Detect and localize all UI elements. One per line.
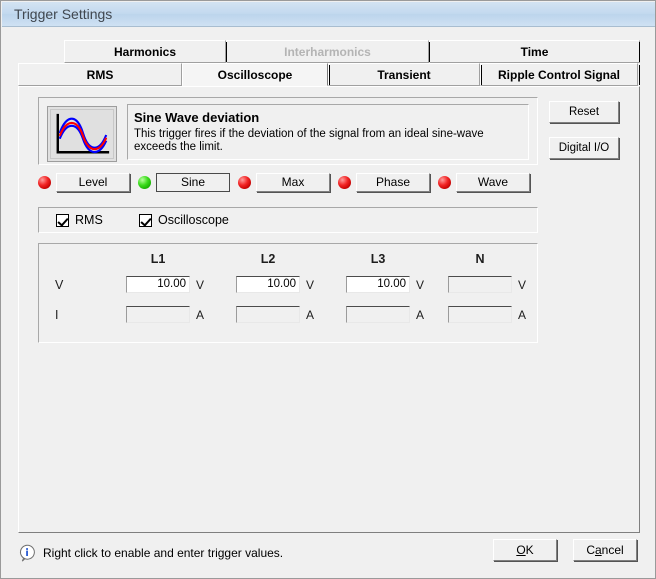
cancel-button-mnemonic: a xyxy=(594,543,602,557)
column-header-n: N xyxy=(475,252,485,266)
cancel-button[interactable]: Cancel xyxy=(573,539,637,561)
checkbox-oscilloscope-label: Oscilloscope xyxy=(158,213,229,227)
trigger-description-text-panel: Sine Wave deviation This trigger fires i… xyxy=(127,104,529,160)
checkbox-rms[interactable]: RMS xyxy=(56,213,103,227)
ok-button[interactable]: OK xyxy=(493,539,557,561)
reset-button[interactable]: Reset xyxy=(549,101,619,123)
unit-current-l1: A xyxy=(196,308,205,322)
trigger-description: This trigger fires if the deviation of t… xyxy=(134,128,484,153)
tab-interharmonics: Interharmonics xyxy=(226,40,429,63)
tab-interharmonics-label: Interharmonics xyxy=(284,45,371,59)
tab-time[interactable]: Time xyxy=(429,40,640,63)
tab-rms-label: RMS xyxy=(86,68,114,82)
trigger-values-group: L1 L2 L3 N V 10.00 V 10.00 V 10.00 V V I xyxy=(38,243,538,343)
dialog-body: Harmonics Interharmonics Time RMS Oscill… xyxy=(2,27,655,578)
checkbox-rms-label: RMS xyxy=(75,213,103,227)
trigger-description-group: Sine Wave deviation This trigger fires i… xyxy=(38,97,538,165)
checkbox-oscilloscope[interactable]: Oscilloscope xyxy=(139,213,229,227)
status-message: Right click to enable and enter trigger … xyxy=(43,546,284,560)
field-current-l1[interactable] xyxy=(126,306,190,323)
field-voltage-n[interactable] xyxy=(448,276,512,293)
unit-voltage-n: V xyxy=(518,278,527,292)
tab-control: Harmonics Interharmonics Time RMS Oscill… xyxy=(18,40,640,533)
tab-transient-label: Transient xyxy=(377,68,431,82)
field-current-l2[interactable] xyxy=(236,306,300,323)
window-title: Trigger Settings xyxy=(14,6,113,22)
tab-rms[interactable]: RMS xyxy=(18,63,182,86)
phase-button[interactable]: Phase xyxy=(356,173,430,192)
unit-voltage-l2: V xyxy=(306,278,315,292)
trigger-title: Sine Wave deviation xyxy=(134,110,260,125)
sine-wave-deviation-icon xyxy=(47,106,117,162)
tab-divider-5 xyxy=(481,65,482,85)
column-header-l2: L2 xyxy=(260,252,276,266)
trigger-option-wave[interactable]: Wave xyxy=(438,173,530,192)
led-indicator-level-icon xyxy=(38,176,51,189)
cancel-button-rest: ncel xyxy=(601,543,624,557)
tab-divider-4 xyxy=(329,65,330,85)
tab-divider-6 xyxy=(639,65,640,85)
unit-voltage-l1: V xyxy=(196,278,205,292)
trigger-type-button-row: Level Sine Max Phase Wave xyxy=(38,173,538,199)
ok-button-rest: K xyxy=(525,543,534,557)
led-indicator-wave-icon xyxy=(438,176,451,189)
column-header-l3: L3 xyxy=(370,252,386,266)
unit-current-n: A xyxy=(518,308,527,322)
trigger-option-max[interactable]: Max xyxy=(238,173,330,192)
field-voltage-l2[interactable]: 10.00 xyxy=(236,276,300,293)
tab-divider-1 xyxy=(226,42,227,62)
tab-panel-oscilloscope: Sine Wave deviation This trigger fires i… xyxy=(18,86,640,533)
wave-button[interactable]: Wave xyxy=(456,173,530,192)
sine-button[interactable]: Sine xyxy=(156,173,230,192)
field-current-l3[interactable] xyxy=(346,306,410,323)
tab-oscilloscope[interactable]: Oscilloscope xyxy=(182,63,328,86)
trigger-option-phase[interactable]: Phase xyxy=(338,173,430,192)
field-voltage-l3[interactable]: 10.00 xyxy=(346,276,410,293)
field-voltage-l1[interactable]: 10.00 xyxy=(126,276,190,293)
tab-divider-2 xyxy=(429,42,430,62)
row-label-voltage: V xyxy=(55,278,64,292)
trigger-option-level[interactable]: Level xyxy=(38,173,130,192)
row-label-current: I xyxy=(55,308,59,322)
tab-ripple-control-signal-label: Ripple Control Signal xyxy=(498,68,620,82)
trigger-settings-dialog: Trigger Settings Harmonics Interharmonic… xyxy=(0,0,656,579)
led-indicator-max-icon xyxy=(238,176,251,189)
cancel-button-pre: C xyxy=(586,543,595,557)
window-titlebar: Trigger Settings xyxy=(2,2,655,27)
unit-voltage-l3: V xyxy=(416,278,425,292)
level-button[interactable]: Level xyxy=(56,173,130,192)
recorder-checkbox-group: RMS Oscilloscope xyxy=(38,207,538,233)
max-button[interactable]: Max xyxy=(256,173,330,192)
tab-oscilloscope-label: Oscilloscope xyxy=(217,68,293,82)
digital-io-button[interactable]: Digital I/O xyxy=(549,137,619,159)
column-header-l1: L1 xyxy=(150,252,166,266)
tab-harmonics[interactable]: Harmonics xyxy=(64,40,226,63)
unit-current-l3: A xyxy=(416,308,425,322)
tab-ripple-control-signal[interactable]: Ripple Control Signal xyxy=(480,63,638,86)
tab-transient[interactable]: Transient xyxy=(328,63,480,86)
field-current-n[interactable] xyxy=(448,306,512,323)
tab-divider-3 xyxy=(639,42,640,62)
tab-row-secondary: RMS Oscilloscope Transient Ripple Contro… xyxy=(18,63,638,86)
unit-current-l2: A xyxy=(306,308,315,322)
tab-harmonics-label: Harmonics xyxy=(113,45,177,59)
info-icon xyxy=(18,544,36,562)
status-bar: Right click to enable and enter trigger … xyxy=(18,544,283,562)
tab-time-label: Time xyxy=(520,45,549,59)
led-indicator-phase-icon xyxy=(338,176,351,189)
led-indicator-sine-icon xyxy=(138,176,151,189)
ok-button-mnemonic: O xyxy=(516,543,526,557)
tab-row-primary: Harmonics Interharmonics Time xyxy=(64,40,640,63)
checkbox-oscilloscope-box-icon[interactable] xyxy=(139,213,152,227)
checkbox-rms-box-icon[interactable] xyxy=(56,213,69,227)
trigger-option-sine[interactable]: Sine xyxy=(138,173,230,192)
